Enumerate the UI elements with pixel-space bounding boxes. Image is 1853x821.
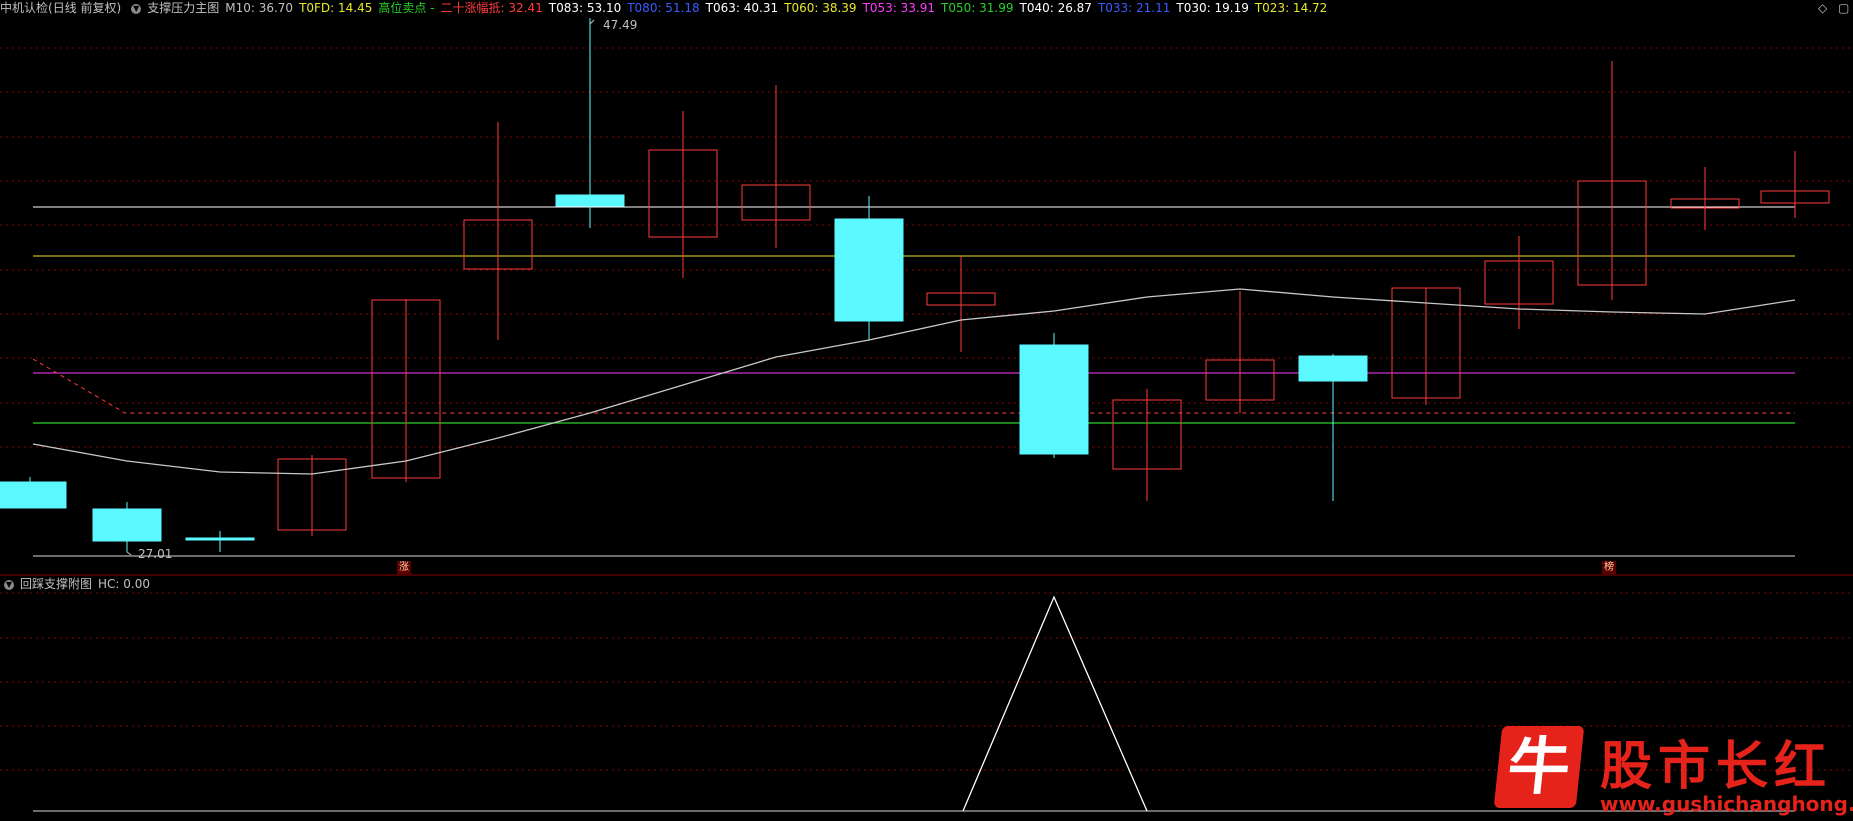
indicator-value: 二十涨幅抵: 32.41: [440, 1, 543, 15]
indicator-value: T050: 31.99: [941, 1, 1014, 15]
dashed-support-line: [32, 358, 1795, 414]
stock-name[interactable]: 中机认检: [0, 0, 48, 17]
indicator-value: T060: 38.39: [784, 1, 857, 15]
candle-body: [555, 194, 625, 207]
window-toggle-icon[interactable]: ▢: [1838, 1, 1849, 15]
watermark-title: 股市长红: [1600, 736, 1833, 797]
hc-indicator-line: [962, 595, 1148, 812]
sub-indicator-value: HC: 0.00: [98, 577, 150, 591]
marker-bang: 榜: [1602, 561, 1616, 574]
marker-zhang: 涨: [397, 561, 411, 574]
watermark: 牛 股市长红 www.gushichanghong.com: [1490, 718, 1853, 817]
indicator-value: T030: 19.19: [1176, 1, 1249, 15]
ma10-line: [32, 288, 1796, 475]
main-chart-header: 中机认检 (日线 前复权) ▼ 支撑压力主图 M10: 36.70 T0FD: 1…: [0, 0, 1333, 17]
diamond-icon[interactable]: ◇: [1818, 1, 1827, 15]
period-mode: (日线 前复权): [48, 1, 122, 15]
low-arrow: [126, 551, 132, 556]
watermark-url: www.gushichanghong.com: [1600, 792, 1853, 816]
indicator-value: T033: 21.11: [1097, 1, 1171, 15]
candle-body: [1019, 344, 1089, 455]
indicator-value: T040: 26.87: [1019, 1, 1092, 15]
high-price-label: 47.49: [603, 18, 637, 32]
sub-chart-header: ▼ 回踩支撑附图 HC: 0.00: [0, 576, 156, 593]
indicator-value: T083: 53.10: [548, 1, 622, 15]
indicator-value: T063: 40.31: [705, 1, 779, 15]
candle-body: [0, 481, 67, 509]
sub-indicator-name[interactable]: 回踩支撑附图: [20, 576, 92, 593]
indicator-value: T0FD: 14.45: [299, 1, 373, 15]
low-price-label: 27.01: [138, 547, 172, 561]
indicator-value: 高位卖点 -: [378, 1, 435, 15]
indicator-menu-icon[interactable]: ▼: [131, 3, 142, 14]
indicator-name[interactable]: 支撑压力主图: [147, 0, 219, 17]
indicator-value: T053: 33.91: [862, 1, 936, 15]
indicator-value: T023: 14.72: [1254, 1, 1328, 15]
indicator-value: M10: 36.70: [225, 1, 294, 15]
high-arrow: [589, 19, 595, 25]
chart-window: 47.49 27.01 中机认检 (日线 前复权) ▼ 支撑压力主图 M10: 3…: [0, 0, 1853, 817]
candle-body: [834, 218, 904, 322]
indicator-values: M10: 36.70 T0FD: 14.45 高位卖点 - 二十涨幅抵: 32.41 T…: [225, 0, 1333, 17]
candlestick-chart[interactable]: 47.49 27.01: [0, 0, 1853, 817]
bull-logo-icon: 牛: [1493, 726, 1585, 808]
candle-body: [92, 508, 162, 542]
sub-indicator-menu-icon[interactable]: ▼: [4, 579, 14, 590]
candle-body: [1298, 355, 1368, 382]
indicator-value: T080: 51.18: [627, 1, 700, 15]
candle-body: [185, 537, 255, 541]
